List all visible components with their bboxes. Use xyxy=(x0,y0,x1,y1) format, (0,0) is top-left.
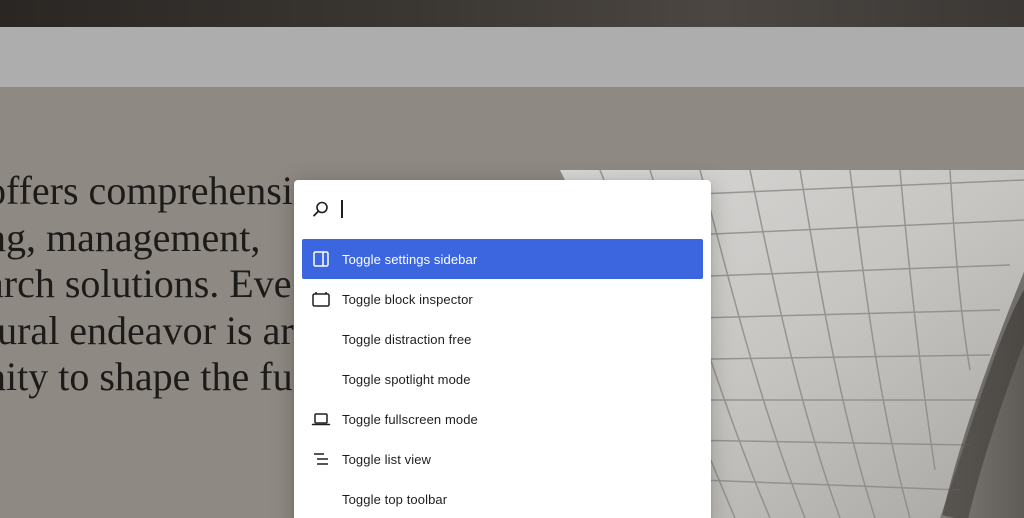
search-icon xyxy=(313,201,328,217)
command-toggle-distraction-free[interactable]: Toggle distraction free xyxy=(302,319,703,359)
command-label: Toggle fullscreen mode xyxy=(342,411,478,427)
command-toggle-block-inspector[interactable]: Toggle block inspector xyxy=(302,279,703,319)
command-toggle-spotlight-mode[interactable]: Toggle spotlight mode xyxy=(302,359,703,399)
block-inspector-icon xyxy=(312,292,330,307)
command-toggle-list-view[interactable]: Toggle list view xyxy=(302,439,703,479)
text-caret xyxy=(341,200,343,218)
editor-toolbar xyxy=(0,27,1024,87)
list-view-icon xyxy=(314,453,328,465)
command-palette: Toggle settings sidebar Toggle block ins… xyxy=(294,180,711,518)
hero-line: nity to shape the fu xyxy=(0,354,293,399)
command-toggle-fullscreen-mode[interactable]: Toggle fullscreen mode xyxy=(302,399,703,439)
hero-line: tural endeavor is ar xyxy=(0,307,294,353)
hero-line: arch solutions. Eve xyxy=(0,261,292,306)
command-label: Toggle distraction free xyxy=(342,331,472,347)
hero-line: ng, management, xyxy=(0,214,261,260)
editor-screen: offers comprehensi ng, management, arch … xyxy=(0,0,1024,518)
top-bar xyxy=(0,0,1024,27)
command-label: Toggle list view xyxy=(342,451,432,467)
command-label: Toggle settings sidebar xyxy=(342,251,478,267)
command-toggle-top-toolbar[interactable]: Toggle top toolbar xyxy=(302,479,703,518)
command-results-list: Toggle settings sidebar Toggle block ins… xyxy=(302,239,703,518)
palette-search-bar xyxy=(294,180,711,238)
command-toggle-settings-sidebar[interactable]: Toggle settings sidebar xyxy=(302,239,703,279)
command-search-input[interactable] xyxy=(340,197,680,221)
command-label: Toggle top toolbar xyxy=(342,491,448,507)
hero-line: offers comprehensi xyxy=(0,168,293,213)
command-label: Toggle spotlight mode xyxy=(342,371,471,387)
laptop-icon xyxy=(311,413,331,426)
sidebar-panel-icon xyxy=(313,251,329,267)
command-label: Toggle block inspector xyxy=(342,291,473,307)
hero-paragraph[interactable]: offers comprehensi ng, management, arch … xyxy=(0,168,326,401)
